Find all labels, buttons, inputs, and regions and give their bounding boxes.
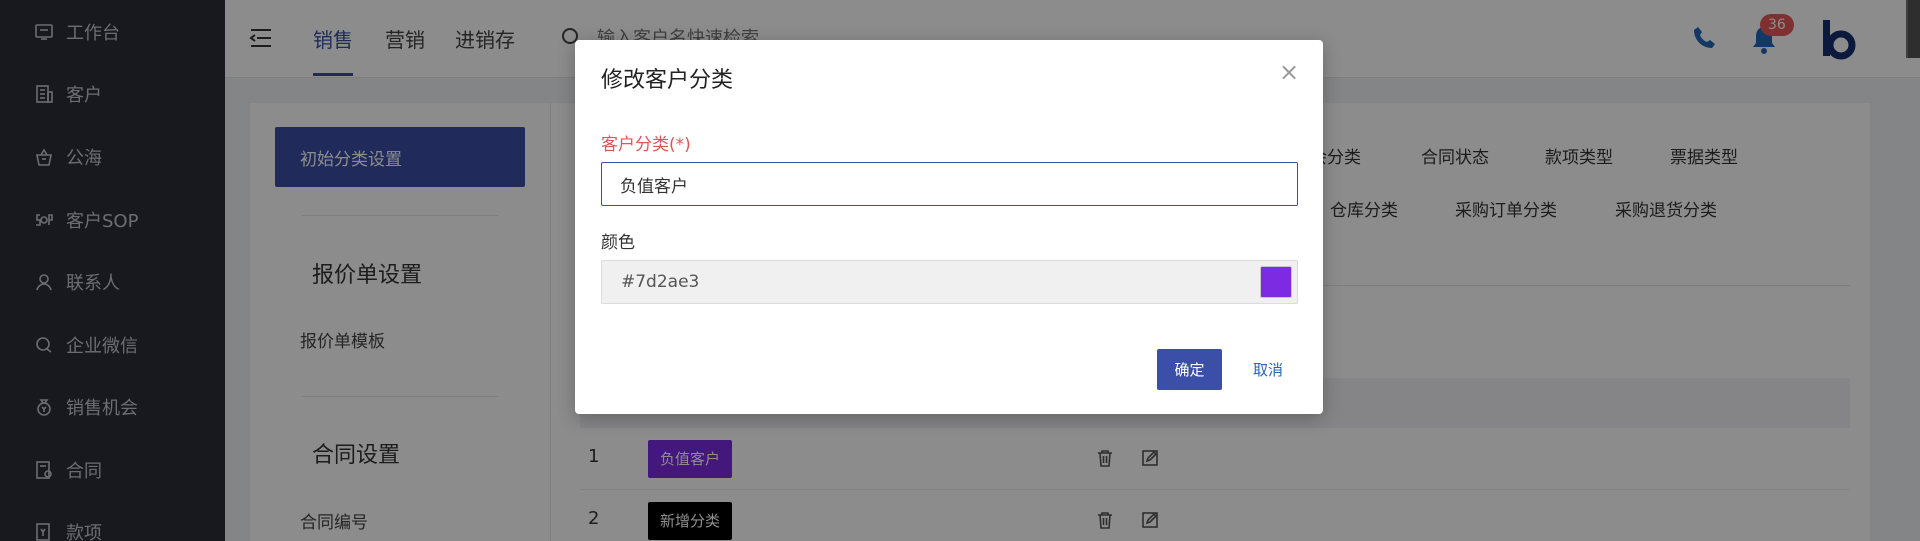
confirm-button[interactable]: 确定 [1157, 349, 1222, 390]
color-swatch[interactable] [1260, 266, 1292, 298]
category-name-input[interactable] [601, 162, 1298, 206]
category-field-label: 客户分类(*) [601, 135, 691, 155]
color-field-label: 颜色 [601, 233, 635, 253]
dialog-title: 修改客户分类 [601, 68, 734, 93]
close-icon[interactable]: × [1277, 60, 1301, 84]
cancel-button[interactable]: 取消 [1243, 349, 1293, 390]
edit-category-dialog: 修改客户分类 × 客户分类(*) 颜色 #7d2ae3 确定 取消 [575, 40, 1323, 414]
color-value: #7d2ae3 [621, 272, 700, 292]
color-field[interactable]: #7d2ae3 [601, 260, 1298, 304]
